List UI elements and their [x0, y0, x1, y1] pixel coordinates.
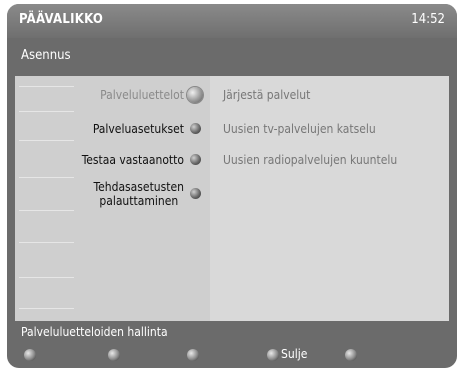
menu-item-label-line2: palauttaminen [99, 194, 179, 208]
menu-item-label-line1: Tehdasasetusten [93, 180, 184, 194]
menu-item-palveluasetukset[interactable]: Palveluasetukset [93, 122, 184, 136]
submenu-item-uusien-tv-palvelujen-katselu[interactable]: Uusien tv-palvelujen katselu [223, 122, 376, 136]
bullet-icon [190, 188, 201, 199]
menu-item-palveluluettelot[interactable]: Palveluluettelot [100, 88, 184, 102]
blue-button-icon[interactable] [267, 349, 279, 361]
tv-menu-screen: PÄÄVALIKKO 14:52 Asennus Palveluluettelo… [7, 4, 457, 368]
bullet-icon [190, 154, 201, 165]
submenu-item-uusien-radiopalvelujen-kuuntelu[interactable]: Uusien radiopalvelujen kuuntelu [223, 153, 397, 167]
menu-decoration [15, 76, 75, 321]
menu-item-label: Palveluluettelot [100, 88, 184, 102]
red-button-icon[interactable] [24, 349, 36, 361]
menu-panel: Palveluluettelot Palveluasetukset Testaa… [15, 76, 210, 321]
clock: 14:52 [411, 12, 445, 27]
menu-item-label: Palveluasetukset [92, 122, 184, 136]
menu-item-label: Testaa vastaanotto [81, 153, 184, 167]
option-button-icon[interactable] [345, 349, 357, 361]
submenu-panel: Järjestä palvelut Uusien tv-palvelujen k… [210, 76, 449, 321]
menu-item-tehdasasetusten-palauttaminen[interactable]: Tehdasasetusten palauttaminen [94, 180, 184, 208]
section-title: Asennus [21, 48, 71, 63]
submenu-item-jarjesta-palvelut[interactable]: Järjestä palvelut [223, 88, 310, 102]
header-bar: PÄÄVALIKKO 14:52 [7, 4, 457, 38]
selected-bullet-icon [187, 87, 203, 103]
page-title: PÄÄVALIKKO [19, 12, 104, 27]
status-text: Palveluluetteloiden hallinta [21, 325, 168, 339]
bullet-icon [190, 123, 201, 134]
green-button-icon[interactable] [108, 349, 120, 361]
menu-item-testaa-vastaanotto[interactable]: Testaa vastaanotto [82, 153, 184, 167]
close-label: Sulje [281, 347, 308, 361]
yellow-button-icon[interactable] [187, 349, 199, 361]
